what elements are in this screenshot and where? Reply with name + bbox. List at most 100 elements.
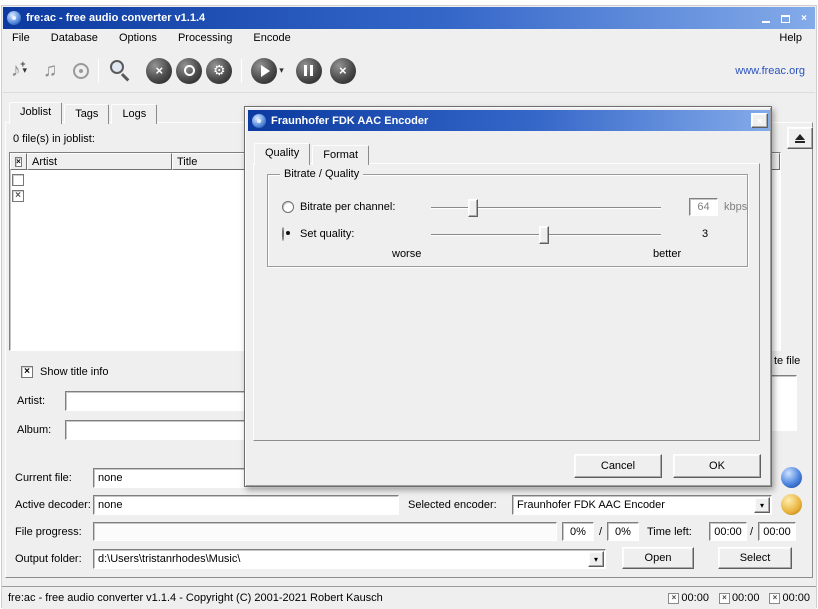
quality-slider-thumb[interactable] [539, 226, 549, 244]
cancel-button[interactable]: Cancel [574, 454, 662, 478]
menu-processing[interactable]: Processing [169, 29, 241, 47]
timer-icon[interactable]: × [719, 593, 730, 604]
chevron-down-icon[interactable]: ▾ [279, 65, 284, 76]
worse-label: worse [392, 248, 421, 260]
encoder-config-button[interactable] [781, 494, 802, 515]
close-icon: × [801, 13, 807, 24]
file-progress-percent: 0% [562, 522, 594, 541]
select-all-column-header[interactable]: × [10, 153, 27, 170]
timer-2: × 00:00 [719, 592, 760, 604]
encoder-dropdown[interactable]: Fraunhofer FDK AAC Encoder ▾ [512, 495, 772, 515]
better-label: better [653, 248, 681, 260]
bitrate-slider-thumb[interactable] [468, 199, 478, 217]
dialog-title-bar[interactable]: Fraunhofer FDK AAC Encoder × [248, 110, 770, 131]
disc-icon [184, 65, 195, 76]
title-bar[interactable]: fre:ac - free audio converter v1.1.4 × [3, 7, 815, 29]
menu-file[interactable]: File [3, 29, 39, 47]
timer-icon[interactable]: × [668, 593, 679, 604]
select-button[interactable]: Select [718, 547, 792, 569]
minimize-button[interactable] [758, 11, 774, 25]
website-link[interactable]: www.freac.org [735, 65, 805, 77]
app-icon [7, 11, 21, 25]
tab-logs[interactable]: Logs [111, 104, 157, 124]
album-label: Album: [17, 424, 51, 436]
tab-joblist[interactable]: Joblist [9, 102, 62, 124]
quality-radio[interactable] [282, 227, 284, 241]
window-title: fre:ac - free audio converter v1.1.4 [26, 12, 758, 24]
output-folder-label: Output folder: [15, 553, 82, 565]
tab-tags[interactable]: Tags [64, 104, 109, 124]
time-left-label: Time left: [647, 526, 692, 538]
timer-value: 00:00 [681, 592, 709, 604]
toolbar-separator [241, 59, 242, 83]
clipped-label: te file [774, 355, 800, 367]
quality-label: Set quality: [300, 228, 354, 240]
active-decoder-field: none [93, 495, 399, 515]
encoder-dropdown-arrow[interactable]: ▾ [754, 497, 770, 513]
settings-button[interactable]: ⚙ [206, 58, 232, 84]
status-bar: fre:ac - free audio converter v1.1.4 - C… [2, 586, 816, 609]
total-progress-percent: 0% [607, 522, 639, 541]
start-conversion-button[interactable]: ▾ [251, 58, 284, 84]
select-all-checkbox[interactable]: × [15, 157, 22, 167]
bitrate-quality-group: Bitrate / Quality Bitrate per channel: 6… [267, 174, 748, 267]
plus-icon: + [20, 59, 25, 69]
show-title-info-checkbox[interactable]: × [21, 366, 33, 378]
close-button[interactable]: × [796, 11, 812, 25]
timer-icon[interactable]: × [769, 593, 780, 604]
eject-icon [795, 134, 805, 143]
dialog-tabs: Quality Format [254, 142, 371, 164]
column-header-artist[interactable]: Artist [27, 153, 172, 170]
maximize-icon [781, 15, 790, 23]
x-icon: × [155, 63, 163, 78]
menu-options[interactable]: Options [110, 29, 166, 47]
bitrate-slider-track[interactable] [431, 207, 661, 209]
time-left-total: 00:00 [758, 522, 796, 541]
stop-icon: × [339, 63, 347, 78]
play-icon [251, 58, 277, 84]
maximize-button[interactable] [777, 11, 793, 25]
add-audio-files-icon[interactable]: ♫ [43, 61, 57, 80]
menu-encode[interactable]: Encode [244, 29, 299, 47]
time-left-file: 00:00 [709, 522, 747, 541]
active-decoder-label: Active decoder: [15, 499, 91, 511]
output-folder-dropdown[interactable]: d:\Users\tristanrhodes\Music\ ▾ [93, 549, 606, 569]
toolbar: ♪ + ▾ ♫ × ⚙ ▾ × www.freac.org [3, 49, 815, 93]
bitrate-radio[interactable] [282, 201, 294, 213]
dialog-icon [252, 114, 266, 128]
bitrate-value-input[interactable]: 64 [689, 198, 718, 216]
row-checkbox-checked[interactable]: × [12, 190, 24, 202]
encoder-dropdown-value: Fraunhofer FDK AAC Encoder [513, 496, 751, 514]
stop-conversion-button[interactable]: × [330, 58, 356, 84]
cddb-query-icon[interactable] [108, 58, 134, 84]
menu-help[interactable]: Help [770, 29, 811, 47]
current-file-label: Current file: [15, 472, 72, 484]
timer-1: × 00:00 [668, 592, 709, 604]
clipped-field-fragment [770, 375, 797, 431]
cddb-submit-button[interactable] [176, 58, 202, 84]
timer-value: 00:00 [782, 592, 810, 604]
joblist-count: 0 file(s) in joblist: [13, 133, 95, 145]
add-files-button[interactable]: ♪ + ▾ [11, 61, 27, 80]
row-checkbox-unchecked[interactable] [12, 174, 24, 186]
tab-format[interactable]: Format [312, 145, 369, 165]
group-title: Bitrate / Quality [280, 168, 363, 180]
ok-button[interactable]: OK [673, 454, 761, 478]
slash-separator: / [599, 526, 602, 538]
dialog-close-button[interactable]: × [751, 113, 768, 128]
screen: fre:ac - free audio converter v1.1.4 × F… [0, 0, 818, 609]
file-progress-label: File progress: [15, 526, 82, 538]
open-button[interactable]: Open [622, 547, 694, 569]
bitrate-label: Bitrate per channel: [300, 201, 395, 213]
pause-conversion-button[interactable] [296, 58, 322, 84]
artist-label: Artist: [17, 395, 45, 407]
remove-all-button[interactable]: × [146, 58, 172, 84]
pause-icon [304, 65, 313, 76]
output-folder-dropdown-arrow[interactable]: ▾ [588, 551, 604, 567]
add-audio-cd-icon[interactable] [73, 63, 89, 79]
minimize-icon [762, 21, 770, 23]
quality-value: 3 [702, 228, 708, 240]
menu-database[interactable]: Database [42, 29, 107, 47]
tab-quality[interactable]: Quality [254, 143, 310, 165]
eject-disc-button[interactable] [787, 127, 813, 149]
